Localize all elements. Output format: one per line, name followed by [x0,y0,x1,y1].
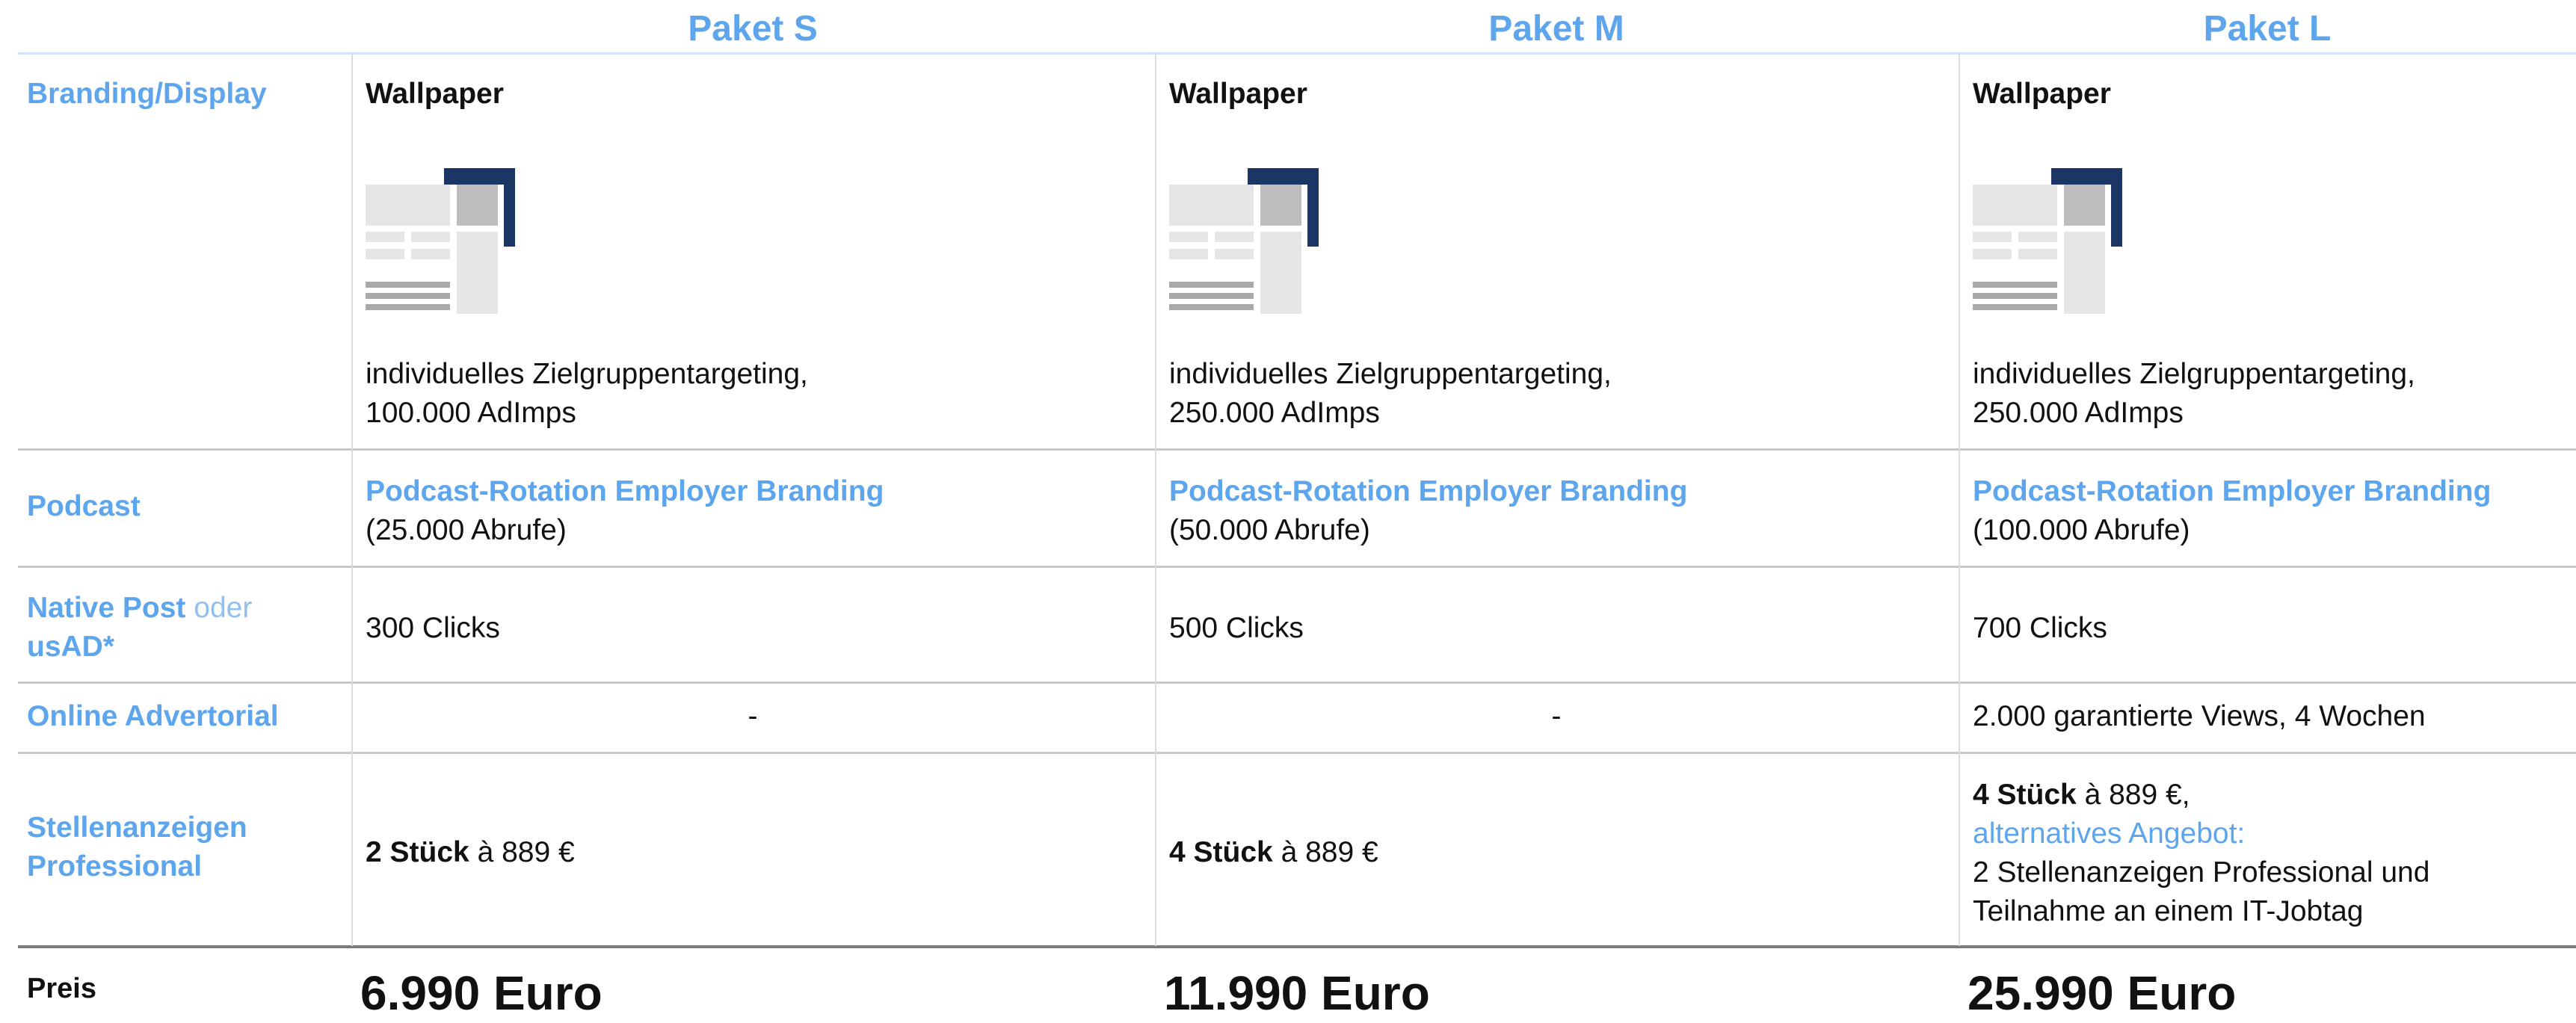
price-value: 11.990 Euro [1164,966,1430,1020]
stellen-cell: 4 Stück à 889 € [1169,833,1378,872]
podcast-title[interactable]: Podcast-Rotation Employer Branding [1169,475,1687,507]
wallpaper-title: Wallpaper [1169,78,1307,110]
podcast-sub: (100.000 Abrufe) [1973,514,2190,546]
stellen-count: 4 Stück [1973,779,2077,811]
row-label-branding: Branding/Display [27,78,267,110]
column-divider [1155,54,1156,946]
stellen-alt-label[interactable]: alternatives Angebot: [1973,818,2245,850]
row-label-preis: Preis [27,973,96,1004]
row-label-podcast: Podcast [27,490,141,522]
row-label-advertorial: Online Advertorial [27,700,279,732]
stellen-cell: 2 Stück à 889 € [366,833,575,872]
stellen-price: à 889 €, [2076,779,2190,811]
row-divider [18,752,2576,754]
row-label-stellen: Stellenanzeigen Professional [27,809,341,886]
podcast-cell: Podcast-Rotation Employer Branding (100.… [1973,472,2491,550]
advertorial-cell: - [1551,700,1562,732]
podcast-sub: (25.000 Abrufe) [366,514,567,546]
advertorial-cell: 2.000 garantierte Views, 4 Wochen [1973,700,2426,732]
price-divider [18,945,2576,948]
price-value: 6.990 Euro [360,966,603,1020]
branding-text-line1: individuelles Zielgruppentargeting, [1973,358,2415,390]
column-divider [351,54,353,946]
row-label-stellen-line1: Stellenanzeigen [27,812,247,844]
wallpaper-ad-icon [1169,168,1319,314]
podcast-title[interactable]: Podcast-Rotation Employer Branding [366,475,884,507]
package-header-m: Paket M [1488,9,1624,49]
branding-text: individuelles Zielgruppentargeting, 250.… [1973,355,2415,433]
advertorial-cell: - [748,700,758,732]
wallpaper-title: Wallpaper [366,78,504,110]
branding-text-line1: individuelles Zielgruppentargeting, [366,358,808,390]
stellen-count: 4 Stück [1169,836,1273,868]
price-value: 25.990 Euro [1968,966,2237,1020]
podcast-cell: Podcast-Rotation Employer Branding (50.0… [1169,472,1687,550]
row-divider [18,566,2576,568]
wallpaper-ad-icon [1973,168,2122,314]
header-divider [18,52,2576,55]
branding-text: individuelles Zielgruppentargeting, 250.… [1169,355,1612,433]
row-label-native-bold2: usAD* [27,631,115,663]
native-cell: 700 Clicks [1973,612,2107,644]
row-divider [18,448,2576,451]
podcast-title[interactable]: Podcast-Rotation Employer Branding [1973,475,2491,507]
native-cell: 300 Clicks [366,612,500,644]
branding-text-line2: 100.000 AdImps [366,397,576,429]
native-cell: 500 Clicks [1169,612,1304,644]
branding-text-line2: 250.000 AdImps [1973,397,2184,429]
branding-text-line1: individuelles Zielgruppentargeting, [1169,358,1612,390]
row-label-native-bold: Native Post [27,592,186,624]
stellen-alt-line2: Teilnahme an einem IT-Jobtag [1973,895,2364,927]
package-header-s: Paket S [688,9,818,49]
package-header-l: Paket L [2203,9,2332,49]
stellen-price: à 889 € [1272,836,1378,868]
stellen-price: à 889 € [469,836,575,868]
row-label-stellen-line2: Professional [27,850,203,883]
podcast-cell: Podcast-Rotation Employer Branding (25.0… [366,472,884,550]
stellen-cell: 4 Stück à 889 €, alternatives Angebot: 2… [1973,776,2429,931]
branding-text-line2: 250.000 AdImps [1169,397,1380,429]
column-divider [1959,54,1960,946]
wallpaper-title: Wallpaper [1973,78,2111,110]
row-label-native: Native Post oder usAD* [27,589,341,667]
podcast-sub: (50.000 Abrufe) [1169,514,1370,546]
row-label-native-soft: oder [194,592,253,624]
branding-text: individuelles Zielgruppentargeting, 100.… [366,355,808,433]
stellen-alt-line1: 2 Stellenanzeigen Professional und [1973,856,2430,888]
wallpaper-ad-icon [366,168,515,314]
stellen-count: 2 Stück [366,836,469,868]
row-divider [18,682,2576,684]
